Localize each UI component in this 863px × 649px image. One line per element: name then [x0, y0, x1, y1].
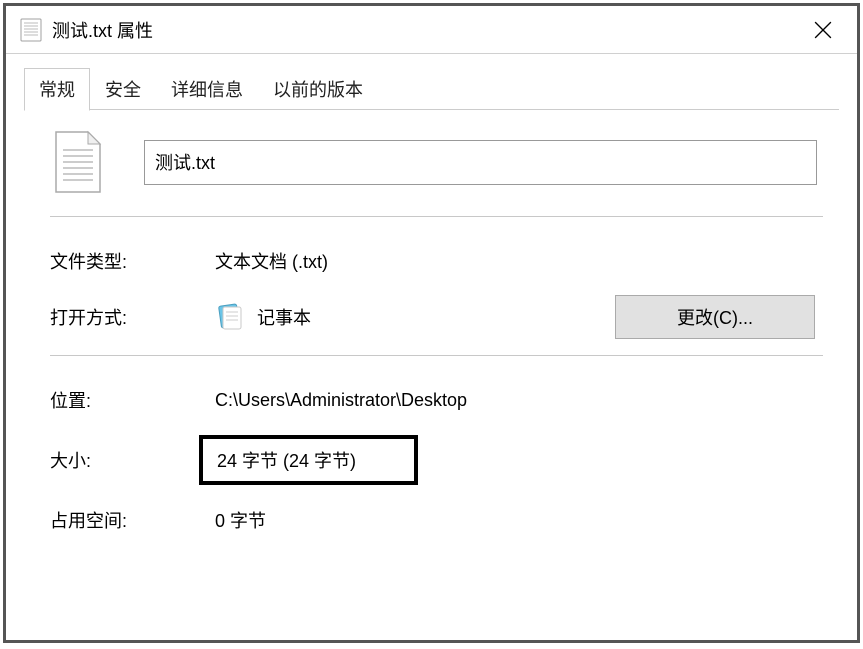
close-button[interactable] [793, 10, 853, 50]
titlebar: 测试.txt 属性 [6, 6, 857, 54]
divider [50, 355, 823, 356]
size-on-disk-row: 占用空间: 0 字节 [50, 492, 823, 548]
filename-row [50, 130, 823, 194]
notepad-icon [215, 302, 245, 332]
tab-general[interactable]: 常规 [24, 68, 90, 111]
location-label: 位置: [50, 387, 215, 413]
document-icon [20, 18, 42, 42]
size-on-disk-value: 0 字节 [215, 507, 823, 533]
size-highlight: 24 字节 (24 字节) [199, 435, 418, 485]
change-button[interactable]: 更改(C)... [615, 295, 815, 339]
window-title: 测试.txt 属性 [52, 17, 793, 43]
size-value: 24 字节 (24 字节) [217, 451, 356, 471]
location-row: 位置: C:\Users\Administrator\Desktop [50, 372, 823, 428]
filetype-value: 文本文档 (.txt) [215, 248, 823, 274]
openwith-label: 打开方式: [50, 304, 215, 330]
tab-previous-versions[interactable]: 以前的版本 [258, 68, 378, 110]
openwith-value: 记事本 [257, 304, 311, 330]
filetype-label: 文件类型: [50, 248, 215, 274]
size-row: 大小: 24 字节 (24 字节) [50, 428, 823, 492]
properties-dialog: 测试.txt 属性 常规 安全 详细信息 以前的版本 [3, 3, 860, 643]
openwith-row: 打开方式: 记事本 更改(C)... [50, 289, 823, 345]
size-on-disk-label: 占用空间: [50, 507, 215, 533]
size-label: 大小: [50, 447, 215, 473]
filetype-row: 文件类型: 文本文档 (.txt) [50, 233, 823, 289]
tab-content: 文件类型: 文本文档 (.txt) 打开方式: 记事本 更改(C)... 位置:… [6, 110, 857, 640]
tab-strip: 常规 安全 详细信息 以前的版本 [6, 54, 857, 110]
tab-details[interactable]: 详细信息 [156, 68, 258, 110]
tab-security[interactable]: 安全 [90, 68, 156, 110]
divider [50, 216, 823, 217]
location-value: C:\Users\Administrator\Desktop [215, 390, 823, 411]
document-icon [52, 130, 104, 194]
filename-input[interactable] [144, 140, 817, 185]
